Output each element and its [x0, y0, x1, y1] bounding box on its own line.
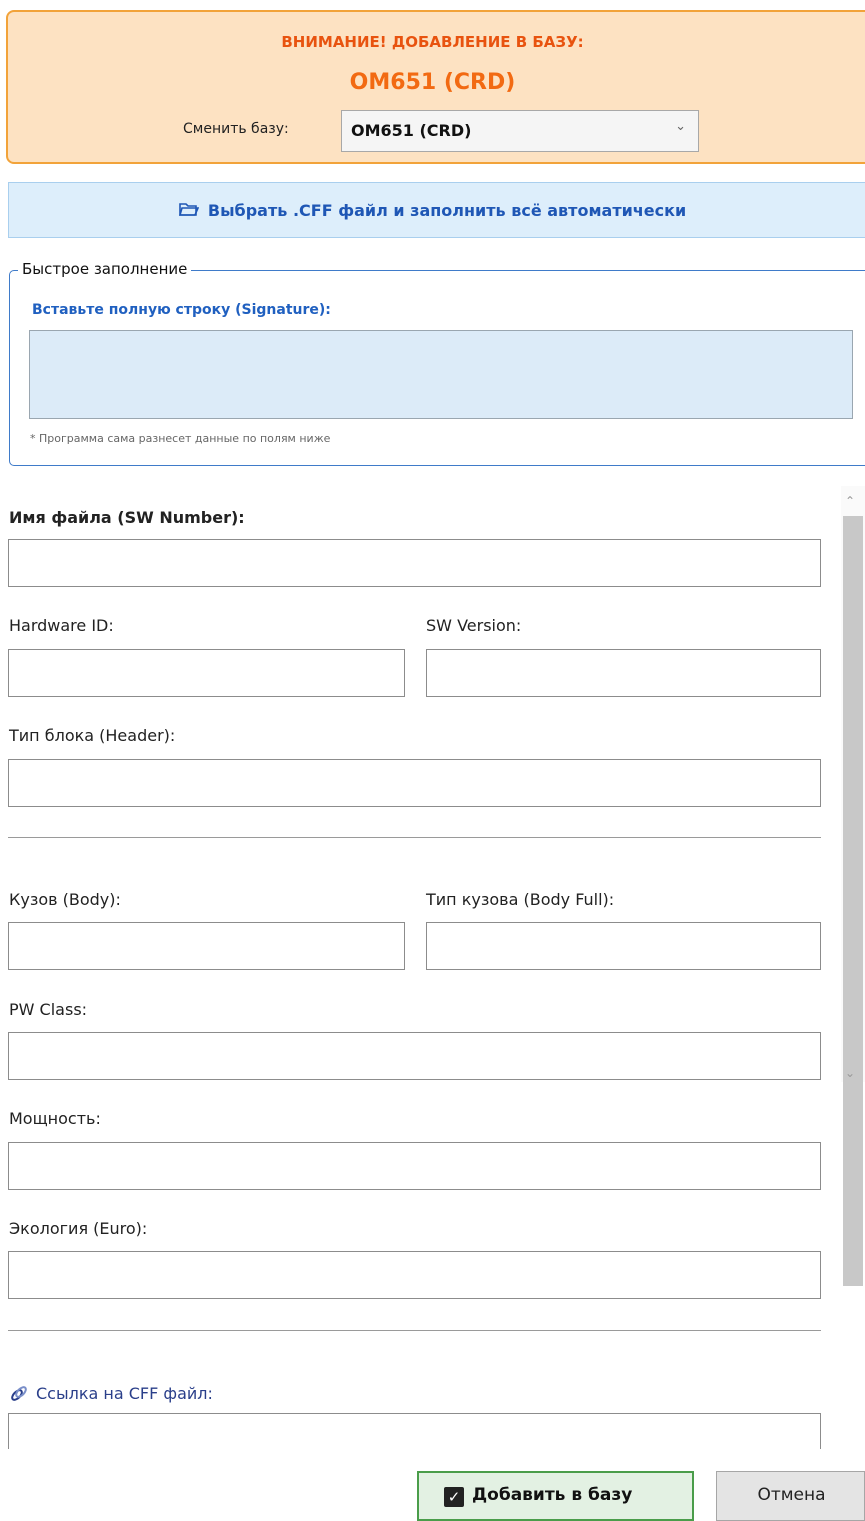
scrollbar-thumb[interactable]: [843, 516, 863, 1286]
switch-base-label: Сменить базу:: [183, 121, 289, 137]
body-input[interactable]: [8, 922, 405, 970]
signature-input[interactable]: [29, 330, 853, 419]
power-input[interactable]: [8, 1142, 821, 1190]
header-input[interactable]: [8, 759, 821, 807]
chevron-down-icon: ⌄: [675, 119, 686, 134]
cancel-label: Отмена: [757, 1485, 826, 1505]
cancel-button[interactable]: Отмена: [716, 1471, 865, 1521]
signature-label: Вставьте полную строку (Signature):: [32, 302, 331, 318]
warning-base-name: OM651 (CRD): [349, 70, 516, 95]
link-icon: [9, 1384, 29, 1408]
sw-number-input[interactable]: [8, 539, 821, 587]
body-full-label: Тип кузова (Body Full):: [426, 890, 615, 909]
add-to-base-button[interactable]: ✓ Добавить в базу: [417, 1471, 694, 1521]
euro-label: Экология (Euro):: [9, 1219, 148, 1238]
base-select-value: OM651 (CRD): [351, 121, 472, 140]
pw-class-label: PW Class:: [9, 1000, 88, 1019]
cff-link-label: Ссылка на CFF файл:: [36, 1384, 213, 1403]
scroll-up-icon[interactable]: ⌃: [845, 494, 855, 508]
hardware-id-label: Hardware ID:: [9, 616, 114, 635]
sw-version-input[interactable]: [426, 649, 821, 697]
hardware-id-input[interactable]: [8, 649, 405, 697]
signature-hint: * Программа сама разнесет данные по поля…: [30, 432, 331, 445]
select-cff-button-content[interactable]: Выбрать .CFF файл и заполнить всё автома…: [0, 200, 865, 221]
sw-number-label: Имя файла (SW Number):: [9, 508, 245, 527]
warning-title: ВНИМАНИЕ! ДОБАВЛЕНИЕ В БАЗУ:: [281, 33, 584, 51]
body-label: Кузов (Body):: [9, 890, 121, 909]
header-label: Тип блока (Header):: [9, 726, 176, 745]
select-cff-label: Выбрать .CFF файл и заполнить всё автома…: [207, 201, 687, 220]
checkmark-icon: ✓: [444, 1487, 464, 1507]
section-divider: [8, 1330, 821, 1331]
pw-class-input[interactable]: [8, 1032, 821, 1080]
body-full-input[interactable]: [426, 922, 821, 970]
base-select[interactable]: OM651 (CRD) ⌄: [341, 110, 699, 152]
sw-version-label: SW Version:: [426, 616, 522, 635]
section-divider: [8, 837, 821, 838]
quick-fill-legend: Быстрое заполнение: [18, 260, 192, 278]
scroll-down-icon[interactable]: ⌄: [845, 1066, 855, 1080]
add-to-base-label: Добавить в базу: [472, 1485, 633, 1505]
euro-input[interactable]: [8, 1251, 821, 1299]
power-label: Мощность:: [9, 1109, 101, 1128]
folder-icon: [178, 201, 200, 221]
cff-link-input[interactable]: [8, 1413, 821, 1449]
